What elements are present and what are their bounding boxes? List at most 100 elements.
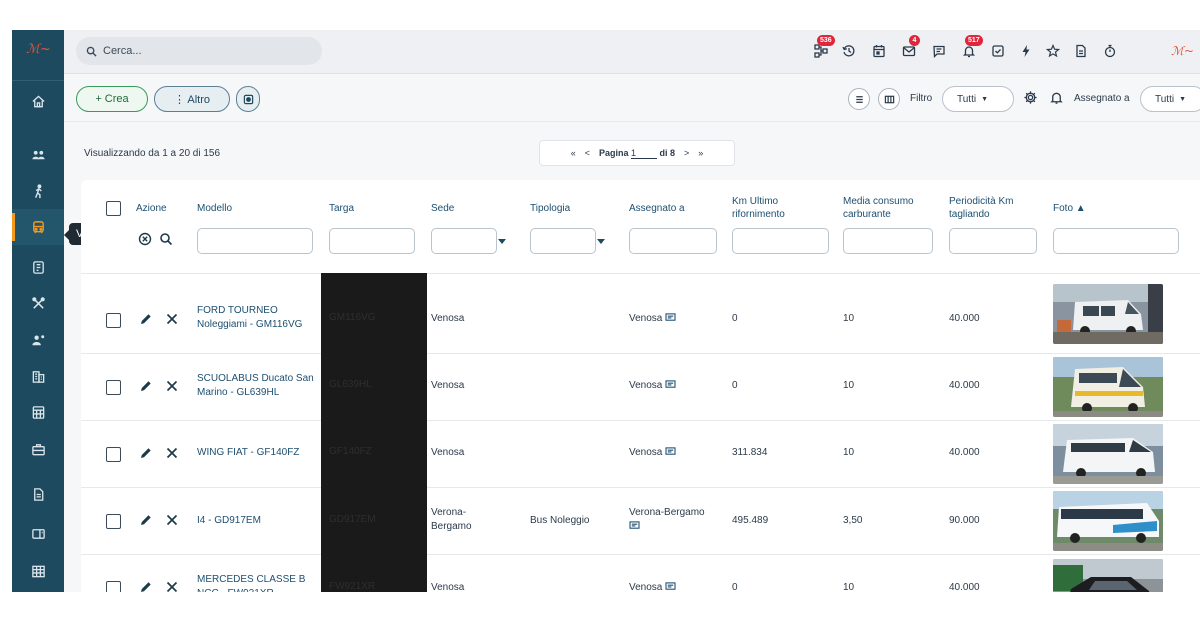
col-media[interactable]: Media consumo carburante bbox=[843, 195, 933, 221]
sidebar-item-grid[interactable] bbox=[12, 553, 64, 589]
assegnato-bell-button[interactable] bbox=[1047, 88, 1065, 106]
vehicle-photo-van[interactable] bbox=[1053, 284, 1163, 344]
edit-button[interactable] bbox=[139, 312, 153, 326]
notifications-button[interactable]: 517 bbox=[960, 35, 983, 60]
sidebar-item-users[interactable] bbox=[12, 137, 64, 173]
search-input[interactable]: Cerca... bbox=[76, 37, 322, 65]
network-button[interactable]: 536 bbox=[812, 35, 835, 60]
sidebar-item-tools[interactable] bbox=[12, 285, 64, 321]
clear-filters-button[interactable] bbox=[138, 232, 152, 246]
modello-cell[interactable]: I4 - GD917EM bbox=[197, 514, 322, 528]
edit-button[interactable] bbox=[139, 379, 153, 393]
delete-button[interactable] bbox=[165, 312, 179, 326]
history-button[interactable] bbox=[840, 42, 858, 60]
modello-cell[interactable]: FORD TOURNEO Noleggiami - GM116VG bbox=[197, 304, 317, 332]
col-periodicita[interactable]: Periodicità Km tagliando bbox=[949, 195, 1039, 221]
periodicita-filter-input[interactable] bbox=[949, 228, 1037, 254]
col-tipologia[interactable]: Tipologia bbox=[530, 202, 570, 215]
delete-button[interactable] bbox=[165, 513, 179, 527]
row-checkbox[interactable] bbox=[106, 581, 121, 592]
modello-filter-input[interactable] bbox=[197, 228, 313, 254]
app-logo[interactable]: ℳ~ bbox=[26, 42, 54, 57]
sidebar-item-activities[interactable] bbox=[12, 173, 64, 209]
list-view-button[interactable] bbox=[848, 88, 870, 110]
export-button[interactable] bbox=[236, 86, 260, 112]
quick-actions-button[interactable] bbox=[1017, 42, 1035, 60]
table-row[interactable]: WING FIAT - GF140FZ Venosa Venosa 311.83… bbox=[81, 420, 1200, 487]
sidebar-item-cards[interactable] bbox=[12, 249, 64, 285]
assegnato-filter-input[interactable] bbox=[629, 228, 717, 254]
last-page-button[interactable]: » bbox=[698, 148, 703, 158]
foto-filter-input[interactable] bbox=[1053, 228, 1179, 254]
col-modello[interactable]: Modello bbox=[197, 202, 232, 215]
edit-button[interactable] bbox=[139, 446, 153, 460]
vehicle-photo-minibus[interactable] bbox=[1053, 424, 1163, 484]
delete-button[interactable] bbox=[165, 580, 179, 592]
row-checkbox[interactable] bbox=[106, 313, 121, 328]
tipologia-filter-select[interactable] bbox=[530, 228, 605, 254]
sidebar-item-staff[interactable] bbox=[12, 322, 64, 358]
message-icon bbox=[665, 447, 676, 455]
pencil-icon bbox=[141, 515, 151, 525]
sede-filter-select[interactable] bbox=[431, 228, 506, 254]
media-cell: 10 bbox=[843, 380, 855, 391]
sede-cell: Venosa bbox=[431, 380, 465, 391]
next-page-button[interactable]: > bbox=[684, 148, 689, 158]
table-row[interactable]: SCUOLABUS Ducato San Marino - GL639HL Ve… bbox=[81, 353, 1200, 420]
row-checkbox[interactable] bbox=[106, 447, 121, 462]
table-row[interactable]: FORD TOURNEO Noleggiami - GM116VG Venosa… bbox=[81, 273, 1200, 353]
vehicle-photo-car[interactable] bbox=[1053, 559, 1163, 592]
select-all-checkbox[interactable] bbox=[106, 201, 121, 216]
assegnato-value: Venosa bbox=[629, 313, 663, 324]
columns-icon bbox=[884, 95, 894, 103]
edit-button[interactable] bbox=[139, 513, 153, 527]
prev-page-button[interactable]: < bbox=[585, 148, 590, 158]
bus-icon bbox=[32, 220, 44, 233]
calendar-button[interactable] bbox=[870, 42, 888, 60]
sidebar-item-veicoli[interactable] bbox=[12, 209, 64, 245]
targa-filter-input[interactable] bbox=[329, 228, 415, 254]
delete-button[interactable] bbox=[165, 379, 179, 393]
col-targa[interactable]: Targa bbox=[329, 202, 354, 215]
sidebar-item-archive[interactable] bbox=[12, 515, 64, 551]
col-foto[interactable]: Foto ▲ bbox=[1053, 202, 1086, 215]
col-assegnato[interactable]: Assegnato a bbox=[629, 202, 685, 215]
sidebar-item-accounting[interactable] bbox=[12, 394, 64, 430]
page-input[interactable]: 1 bbox=[631, 148, 657, 159]
table-row[interactable]: MERCEDES CLASSE B NCC - FW921XR Venosa V… bbox=[81, 554, 1200, 592]
modello-cell[interactable]: WING FIAT - GF140FZ bbox=[197, 446, 322, 460]
km-filter-input[interactable] bbox=[732, 228, 829, 254]
sidebar-item-documents[interactable] bbox=[12, 476, 64, 512]
filtro-select[interactable]: Tutti ▼ bbox=[942, 86, 1014, 112]
columns-button[interactable] bbox=[878, 88, 900, 110]
sidebar-item-work[interactable] bbox=[12, 431, 64, 467]
modello-cell[interactable]: MERCEDES CLASSE B NCC - FW921XR bbox=[197, 573, 317, 592]
table-row[interactable]: I4 - GD917EM Verona-Bergamo Bus Noleggio… bbox=[81, 487, 1200, 554]
calendar-icon bbox=[873, 45, 885, 58]
settings-button[interactable] bbox=[1021, 88, 1039, 106]
vehicle-photo-school-minibus[interactable] bbox=[1053, 357, 1163, 417]
edit-button[interactable] bbox=[139, 580, 153, 592]
crea-button[interactable]: + Crea bbox=[76, 86, 148, 112]
row-checkbox[interactable] bbox=[106, 380, 121, 395]
modello-cell[interactable]: SCUOLABUS Ducato San Marino - GL639HL bbox=[197, 372, 317, 400]
delete-button[interactable] bbox=[165, 446, 179, 460]
favorites-button[interactable] bbox=[1044, 42, 1062, 60]
col-km[interactable]: Km Ultimo rifornimento bbox=[732, 195, 822, 221]
altro-button[interactable]: ⋮ Altro bbox=[154, 86, 230, 112]
vehicle-photo-coach[interactable] bbox=[1053, 491, 1163, 551]
row-checkbox[interactable] bbox=[106, 514, 121, 529]
col-sede[interactable]: Sede bbox=[431, 202, 454, 215]
assegnato-select[interactable]: Tutti ▼ bbox=[1140, 86, 1200, 112]
sidebar-item-buildings[interactable] bbox=[12, 358, 64, 394]
reports-button[interactable] bbox=[1072, 42, 1090, 60]
tasks-button[interactable] bbox=[989, 42, 1007, 60]
mail-button[interactable]: 4 bbox=[900, 35, 920, 60]
first-page-button[interactable]: « bbox=[571, 148, 576, 158]
document-icon bbox=[1076, 44, 1086, 58]
search-filters-button[interactable] bbox=[159, 232, 173, 246]
timer-button[interactable] bbox=[1101, 42, 1119, 60]
sidebar-item-home[interactable] bbox=[12, 83, 64, 119]
media-filter-input[interactable] bbox=[843, 228, 933, 254]
chat-button[interactable] bbox=[930, 42, 948, 60]
